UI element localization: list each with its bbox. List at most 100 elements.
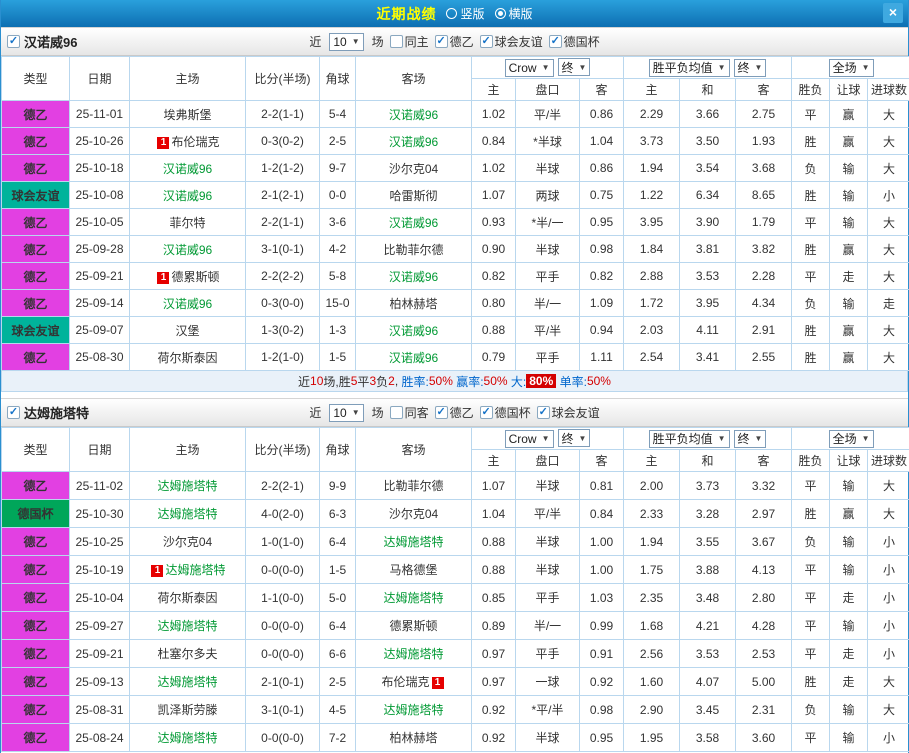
asia-home-odds: 0.88: [471, 527, 516, 556]
competition-filter[interactable]: ✓ 德乙: [434, 33, 474, 50]
team-checkbox[interactable]: ✓: [7, 406, 20, 419]
away-team-cell: 柏林赫塔: [355, 723, 472, 752]
euro-away-odds: 3.32: [735, 471, 793, 500]
competition-type: 德乙: [1, 262, 70, 290]
asia-away-odds: 1.09: [578, 289, 625, 317]
competition-filter[interactable]: ✓ 球会友谊: [479, 33, 543, 50]
chevron-down-icon: ▼: [754, 434, 763, 443]
home-team-name: 达姆施塔特: [157, 731, 218, 745]
euro-draw-odds: 3.50: [679, 127, 737, 155]
competition-filter[interactable]: ✓ 球会友谊: [536, 404, 600, 421]
layout-radio-vertical[interactable]: 竖版: [446, 5, 485, 22]
away-team-cell: 汉诺威96: [355, 100, 472, 128]
handicap-result-cell: 赢: [829, 343, 869, 371]
euro-away-odds: 2.53: [735, 639, 793, 668]
date-cell: 25-10-05: [69, 208, 130, 236]
match-row: 德乙 25-10-18 汉诺威96 1-2(1-2) 9-7 沙尔克04 1.02 半球 0.8…: [1, 154, 909, 182]
competition-type: 德乙: [1, 527, 70, 556]
competition-type: 德乙: [1, 667, 70, 696]
competition-filter[interactable]: ✓ 德乙: [434, 404, 474, 421]
asia-home-odds: 0.97: [471, 667, 516, 696]
filter-checkbox[interactable]: ✓: [479, 35, 493, 48]
score-cell: 3-1(0-1): [245, 235, 320, 263]
match-result-cell: 胜: [791, 499, 831, 528]
handicap-result-cell: 输: [829, 611, 869, 640]
handicap-cell: 平手: [515, 343, 580, 371]
corner-cell: 1-3: [319, 316, 356, 344]
handicap-cell: 半球: [515, 154, 580, 182]
filter-checkbox[interactable]: ✓: [548, 35, 562, 48]
subcol-header: 主: [471, 449, 516, 472]
score-cell: 2-2(1-1): [245, 208, 320, 236]
match-result-cell: 负: [791, 289, 831, 317]
team-checkbox[interactable]: ✓: [7, 35, 20, 48]
subcol-header: 客: [735, 78, 793, 101]
filter-checkbox[interactable]: ✓: [434, 406, 448, 419]
close-icon[interactable]: ×: [883, 3, 903, 23]
handicap-cell: 半/一: [515, 611, 580, 640]
bookmaker-select[interactable]: Crow ▼: [504, 58, 554, 77]
europe-odds-select[interactable]: 胜平负均值 ▼: [648, 58, 730, 77]
away-team-name: 马格德堡: [389, 563, 438, 577]
match-row: 德乙 25-09-14 汉诺威96 0-3(0-0) 15-0 柏林赫塔 0.80 半/一 1.…: [1, 289, 909, 317]
europe-odds-select[interactable]: 胜平负均值 ▼: [648, 429, 730, 448]
asia-time-select[interactable]: 终 ▼: [557, 58, 591, 77]
result-scope-select[interactable]: 全场 ▼: [828, 429, 874, 448]
asia-away-odds: 0.84: [578, 499, 625, 528]
handicap-result-cell: 输: [829, 181, 869, 209]
team-filter[interactable]: ✓ 汉诺威96: [7, 32, 77, 51]
away-team-cell: 马格德堡: [355, 555, 472, 584]
date-cell: 25-09-13: [69, 667, 130, 696]
europe-time-select[interactable]: 终 ▼: [733, 429, 767, 448]
match-row: 德乙 25-10-26 1 布伦瑞克 0-3(0-2) 2-5 汉诺威96 0.84 *半球 1.…: [1, 127, 909, 155]
subcol-header: 和: [679, 78, 737, 101]
away-team-name: 汉诺威96: [388, 215, 439, 230]
competition-filter[interactable]: ✓ 德国杯: [548, 33, 600, 50]
games-count-select[interactable]: 10 ▼: [329, 32, 364, 51]
col-header-type: 类型: [1, 56, 70, 101]
score-cell: 1-2(1-0): [245, 343, 320, 371]
bookmaker-select[interactable]: Crow ▼: [504, 429, 554, 448]
filter-checkbox[interactable]: ✓: [479, 406, 493, 419]
euro-home-odds: 1.95: [623, 723, 681, 752]
europe-time-select[interactable]: 终 ▼: [733, 58, 767, 77]
home-team-name: 达姆施塔特: [157, 507, 218, 521]
asia-time-select[interactable]: 终 ▼: [557, 429, 591, 448]
euro-away-odds: 2.75: [735, 100, 793, 128]
filter-checkbox[interactable]: ✓: [434, 35, 448, 48]
score-cell: 0-3(0-0): [245, 289, 320, 317]
layout-radio-horizontal[interactable]: 横版: [494, 5, 533, 22]
away-team-cell: 达姆施塔特: [355, 527, 472, 556]
handicap-result-cell: 赢: [829, 235, 869, 263]
home-team-cell: 荷尔斯泰因: [129, 583, 246, 612]
col-header-score: 比分(半场): [245, 56, 320, 101]
filter-label: 德乙: [449, 406, 474, 420]
goals-result-cell: 小: [867, 639, 909, 668]
result-scope-select[interactable]: 全场 ▼: [828, 58, 874, 77]
goals-result-cell: 走: [867, 289, 909, 317]
match-row: 球会友谊 25-09-07 汉堡 1-3(0-2) 1-3 汉诺威96 0.88 平/半 0.9…: [1, 316, 909, 344]
home-team-cell: 1 德累斯顿: [129, 262, 246, 290]
filter-checkbox[interactable]: [389, 406, 403, 419]
competition-type: 德乙: [1, 695, 70, 724]
competition-type: 球会友谊: [1, 316, 70, 344]
away-team-name: 比勒菲尔德: [383, 242, 444, 257]
competition-filter[interactable]: ✓ 德国杯: [479, 404, 531, 421]
filter-checkbox[interactable]: [389, 35, 403, 48]
home-team-cell: 杜塞尔多夫: [129, 639, 246, 668]
competition-filter[interactable]: 同客: [389, 404, 429, 421]
filter-checkbox[interactable]: ✓: [536, 406, 550, 419]
handicap-result-cell: 输: [829, 208, 869, 236]
handicap-cell: 半球: [515, 471, 580, 500]
goals-result-cell: 大: [867, 471, 909, 500]
date-cell: 25-09-07: [69, 316, 130, 344]
subcol-header: 主: [471, 78, 516, 101]
filter-label: 德国杯: [494, 406, 531, 420]
competition-filter[interactable]: 同主: [389, 33, 429, 50]
subcol-header: 进球数: [867, 78, 909, 101]
games-count-select[interactable]: 10 ▼: [329, 403, 364, 422]
team-filter[interactable]: ✓ 达姆施塔特: [7, 403, 89, 422]
corner-cell: 2-5: [319, 667, 356, 696]
date-cell: 25-11-01: [69, 100, 130, 128]
home-team-name: 埃弗斯堡: [163, 107, 212, 122]
